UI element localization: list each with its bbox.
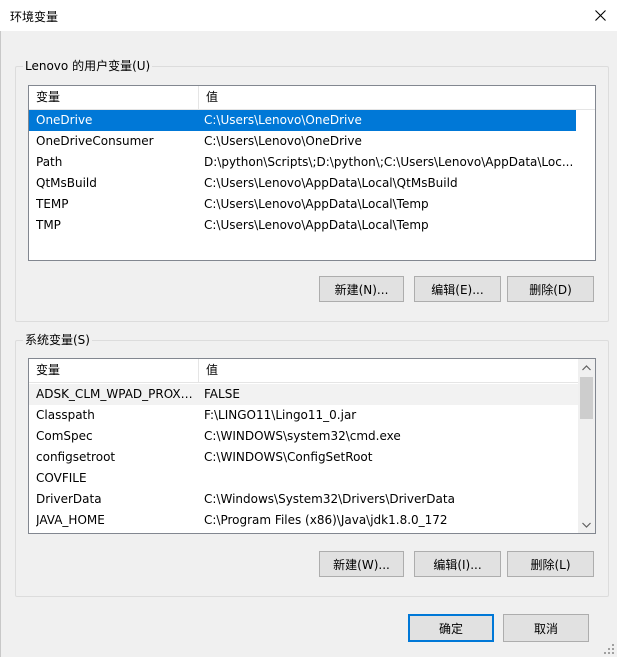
table-row[interactable]: Path D:\python\Scripts\;D:\python\;C:\Use… [29,152,576,173]
list-header: 变量 值 [29,86,595,110]
variable-value: C:\Users\Lenovo\OneDrive [204,113,362,127]
system-variables-label: 系统变量(S) [23,333,92,347]
variable-value: C:\Users\Lenovo\AppData\Local\Temp [204,218,429,232]
variable-value: C:\WINDOWS\ConfigSetRoot [204,450,373,464]
column-header-name[interactable]: 变量 [29,86,198,109]
resize-grip-icon[interactable] [603,643,615,655]
column-header-value[interactable]: 值 [199,86,589,109]
variable-name: TMP [36,218,61,232]
scroll-up-button[interactable] [578,359,595,376]
table-row[interactable]: OneDrive C:\Users\Lenovo\OneDrive [29,110,576,131]
user-delete-button[interactable]: 删除(D) [507,276,594,302]
variable-value: FALSE [204,387,240,401]
cancel-button[interactable]: 取消 [503,614,589,642]
variable-name: OneDriveConsumer [36,134,154,148]
window-title: 环境变量 [10,10,59,24]
user-edit-button[interactable]: 编辑(E)... [414,276,501,302]
variable-name: Path [36,155,63,169]
variable-name: COVFILE [36,471,87,485]
table-row[interactable]: QtMsBuild C:\Users\Lenovo\AppData\Local\Q… [29,173,576,194]
variable-name: ADSK_CLM_WPAD_PROXY_... [36,387,196,401]
table-row[interactable]: OneDriveConsumer C:\Users\Lenovo\OneDrive [29,131,576,152]
table-row[interactable]: Classpath F:\LINGO11\Lingo11_0.jar [29,405,578,426]
title-bar: 环境变量 [0,0,617,31]
variable-value: C:\Users\Lenovo\OneDrive [204,134,362,148]
table-row[interactable]: ComSpec C:\WINDOWS\system32\cmd.exe [29,426,578,447]
window-left-border [0,31,1,657]
system-new-button[interactable]: 新建(W)... [319,551,404,577]
variable-name: configsetroot [36,450,116,464]
system-variables-list[interactable]: 变量 值 ADSK_CLM_WPAD_PROXY_... FALSE Classpa… [28,358,596,534]
system-delete-button[interactable]: 删除(L) [507,551,594,577]
variable-name: QtMsBuild [36,176,97,190]
close-icon [594,10,606,21]
column-header-name[interactable]: 变量 [29,359,198,382]
variable-value: C:\Users\Lenovo\AppData\Local\QtMsBuild [204,176,458,190]
variable-value: C:\WINDOWS\system32\cmd.exe [204,429,401,443]
scroll-down-button[interactable] [578,516,595,533]
variable-value: F:\LINGO11\Lingo11_0.jar [204,408,357,422]
scroll-thumb[interactable] [580,377,593,419]
variable-value [204,468,574,489]
variable-name: TEMP [36,197,69,211]
variable-name: DriverData [36,492,102,506]
table-row[interactable]: JAVA_HOME C:\Program Files (x86)\Java\jdk… [29,510,578,531]
variable-name: Classpath [36,408,95,422]
table-row[interactable]: TEMP C:\Users\Lenovo\AppData\Local\Temp [29,194,576,215]
list-header: 变量 值 [29,359,578,383]
chevron-up-icon [582,364,591,370]
variable-name: ComSpec [36,429,93,443]
table-row[interactable]: COVFILE [29,468,578,489]
chevron-down-icon [582,522,591,528]
variable-value: C:\Users\Lenovo\AppData\Local\Temp [204,197,429,211]
user-variables-list[interactable]: 变量 值 OneDrive C:\Users\Lenovo\OneDrive One… [28,85,596,261]
system-edit-button[interactable]: 编辑(I)... [414,551,501,577]
table-row[interactable]: TMP C:\Users\Lenovo\AppData\Local\Temp [29,215,576,236]
variable-name: JAVA_HOME [36,513,105,527]
ok-button[interactable]: 确定 [408,614,494,642]
close-button[interactable] [583,0,617,31]
column-header-value[interactable]: 值 [199,359,569,382]
variable-value: C:\Program Files (x86)\Java\jdk1.8.0_172 [204,513,448,527]
user-variables-label: Lenovo 的用户变量(U) [23,59,153,73]
table-row[interactable]: DriverData C:\Windows\System32\Drivers\Dr… [29,489,578,510]
table-row[interactable]: configsetroot C:\WINDOWS\ConfigSetRoot [29,447,578,468]
variable-value: D:\python\Scripts\;D:\python\;C:\Users\L… [204,155,574,169]
user-new-button[interactable]: 新建(N)... [319,276,404,302]
vertical-scrollbar[interactable] [578,359,595,533]
table-row[interactable]: ADSK_CLM_WPAD_PROXY_... FALSE [29,384,578,405]
variable-name: OneDrive [36,113,93,127]
variable-value: C:\Windows\System32\Drivers\DriverData [204,492,455,506]
